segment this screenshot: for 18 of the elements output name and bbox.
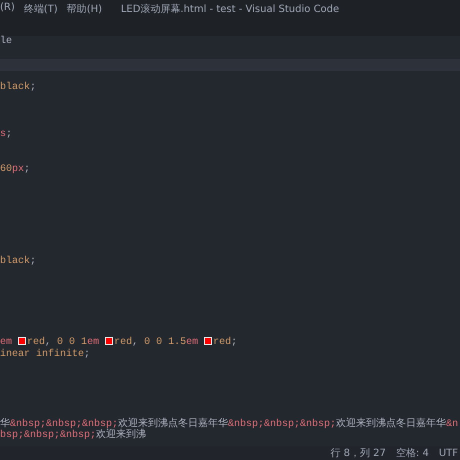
menu-item[interactable]: 终端(T) [24, 2, 58, 16]
status-item[interactable]: UTF [438, 448, 458, 458]
code-line: em red, 0 0 1em red, 0 0 1.5em red; [0, 337, 238, 348]
code-line: s; [0, 128, 14, 140]
code-line: 60px; [0, 164, 32, 176]
status-item[interactable]: 空格: 4 [396, 446, 429, 460]
code-line: black; [0, 256, 38, 268]
code-line: le [0, 36, 14, 48]
menu-item[interactable]: 帮助(H) [66, 2, 102, 16]
code-line: inear infinite; [0, 349, 92, 361]
window-title: LED滚动屏幕.html - test - Visual Studio Code [120, 2, 340, 16]
color-swatch-icon[interactable] [204, 337, 212, 346]
color-swatch-icon[interactable] [105, 337, 114, 346]
code-line: black; [0, 82, 38, 94]
status-item[interactable]: 行 8，列 27 [330, 446, 386, 460]
menu-item[interactable]: (R) [0, 2, 15, 16]
color-swatch-icon[interactable] [18, 337, 26, 346]
code-line: 华&nbsp;&nbsp;&nbsp;欢迎来到沸点冬日嘉年华&nbsp;&nbsp;&nbsp;欢迎来到沸点冬日嘉年华&nbsp;&nbsp;&nbsp;欢迎来到沸 [0, 418, 460, 442]
